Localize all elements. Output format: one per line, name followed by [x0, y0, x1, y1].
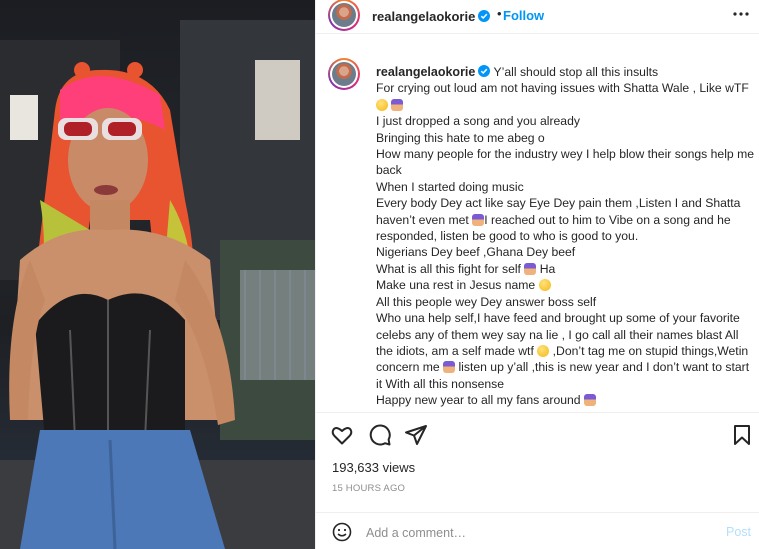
caption-line: Ha [539, 261, 556, 276]
caption-username[interactable]: realangelaokorie [376, 65, 491, 79]
author-avatar[interactable] [328, 0, 360, 31]
caption-section: realangelaokorie Y’all should stop all t… [316, 56, 759, 412]
separator-dot: • [497, 6, 502, 21]
verified-badge-icon [478, 10, 491, 22]
facepalm-emoji-icon [583, 394, 596, 407]
more-options-icon[interactable] [732, 6, 750, 22]
caption-line: How many people for the industry wey I h… [376, 147, 755, 178]
post-header: realangelaokorie • Follow [316, 0, 759, 34]
share-icon[interactable] [404, 423, 428, 447]
facepalm-emoji-icon [391, 98, 404, 111]
post-timestamp[interactable]: 15 HOURS AGO [332, 483, 405, 494]
grimace-emoji-icon [537, 344, 550, 357]
caption-avatar[interactable] [328, 58, 360, 90]
comment-input[interactable] [366, 523, 706, 543]
caption-line: Y’all should stop all this insults [493, 65, 659, 79]
follow-button[interactable]: Follow [503, 8, 544, 23]
caption-line: Make una rest in Jesus name [376, 278, 536, 293]
heart-icon[interactable] [330, 423, 354, 447]
verified-badge-icon [478, 65, 491, 77]
author-username[interactable]: realangelaokorie [372, 9, 491, 24]
smiley-icon[interactable] [332, 522, 352, 542]
caption-line: What is all this fight for self [376, 261, 521, 276]
view-count[interactable]: 193,633 views [332, 460, 415, 475]
bookmark-icon[interactable] [730, 423, 754, 447]
video-frame [0, 20, 315, 549]
caption-line: Nigerians Dey beef ,Ghana Dey beef [376, 245, 576, 260]
caption-line: All this people wey Dey answer boss self [376, 294, 597, 309]
caption-line: I just dropped a song and you already [376, 114, 580, 129]
post-details-panel: realangelaokorie • Follow realangelaokor… [315, 0, 759, 549]
grimace-emoji-icon [376, 98, 388, 111]
facepalm-emoji-icon [524, 262, 537, 275]
caption-line: For crying out loud am not having issues… [376, 81, 749, 96]
facepalm-emoji-icon [472, 213, 485, 226]
facepalm-emoji-icon [443, 361, 456, 374]
caption-text: realangelaokorie Y’all should stop all t… [376, 64, 756, 409]
comment-bar: Post [316, 512, 759, 549]
caption-line: Happy new year to all my fans around [376, 393, 581, 408]
caption-line: When I started doing music [376, 179, 524, 194]
grimace-emoji-icon [538, 279, 551, 292]
post-video[interactable] [0, 0, 315, 549]
caption-line: Bringing this hate to me abeg o [376, 130, 545, 145]
comment-icon[interactable] [368, 423, 392, 447]
post-comment-button[interactable]: Post [726, 525, 751, 539]
